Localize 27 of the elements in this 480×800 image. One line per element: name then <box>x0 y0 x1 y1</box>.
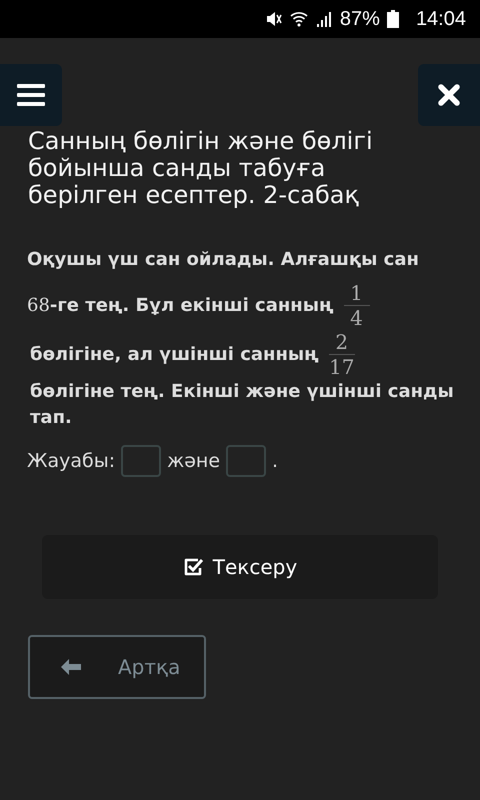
fraction-denominator: 17 <box>329 355 354 379</box>
period-text: . <box>272 450 278 472</box>
lesson-title: Санның бөлігін және бөлігі бойынша санды табуға берілген есептер. 2-сабақ <box>28 128 374 209</box>
answer-label: Жауабы: <box>27 450 116 472</box>
arrow-left-icon <box>60 658 82 676</box>
answer-field[interactable] <box>226 445 266 477</box>
checkbox-icon <box>182 557 205 577</box>
close-icon <box>438 84 460 106</box>
fraction-numerator: 2 <box>335 330 348 354</box>
answer-field[interactable] <box>121 445 162 477</box>
problem-text: бөлігіне, ал үшінші санның <box>30 342 319 366</box>
close-button[interactable] <box>418 64 480 126</box>
problem-text: -ге тең. Бұл екінші санның <box>50 294 334 318</box>
battery-percent: 87% <box>340 8 380 30</box>
problem-text: Оқушы үш сан ойлады. Алғашқы сан <box>27 248 419 272</box>
battery-icon <box>386 10 399 28</box>
clock: 14:04 <box>416 8 466 30</box>
wifi-icon <box>290 11 308 27</box>
menu-button[interactable] <box>0 64 62 126</box>
check-button[interactable]: Тексеру <box>42 535 438 599</box>
problem-number: 68 <box>27 294 50 318</box>
signal-icon <box>314 11 333 27</box>
conjunction-text: және <box>167 450 220 472</box>
fraction-denominator: 4 <box>350 306 363 330</box>
menu-icon <box>17 83 45 107</box>
fraction-numerator: 1 <box>350 281 363 305</box>
problem-text: бөлігіне тең. Екінші және үшінші санды тап. <box>30 380 455 430</box>
